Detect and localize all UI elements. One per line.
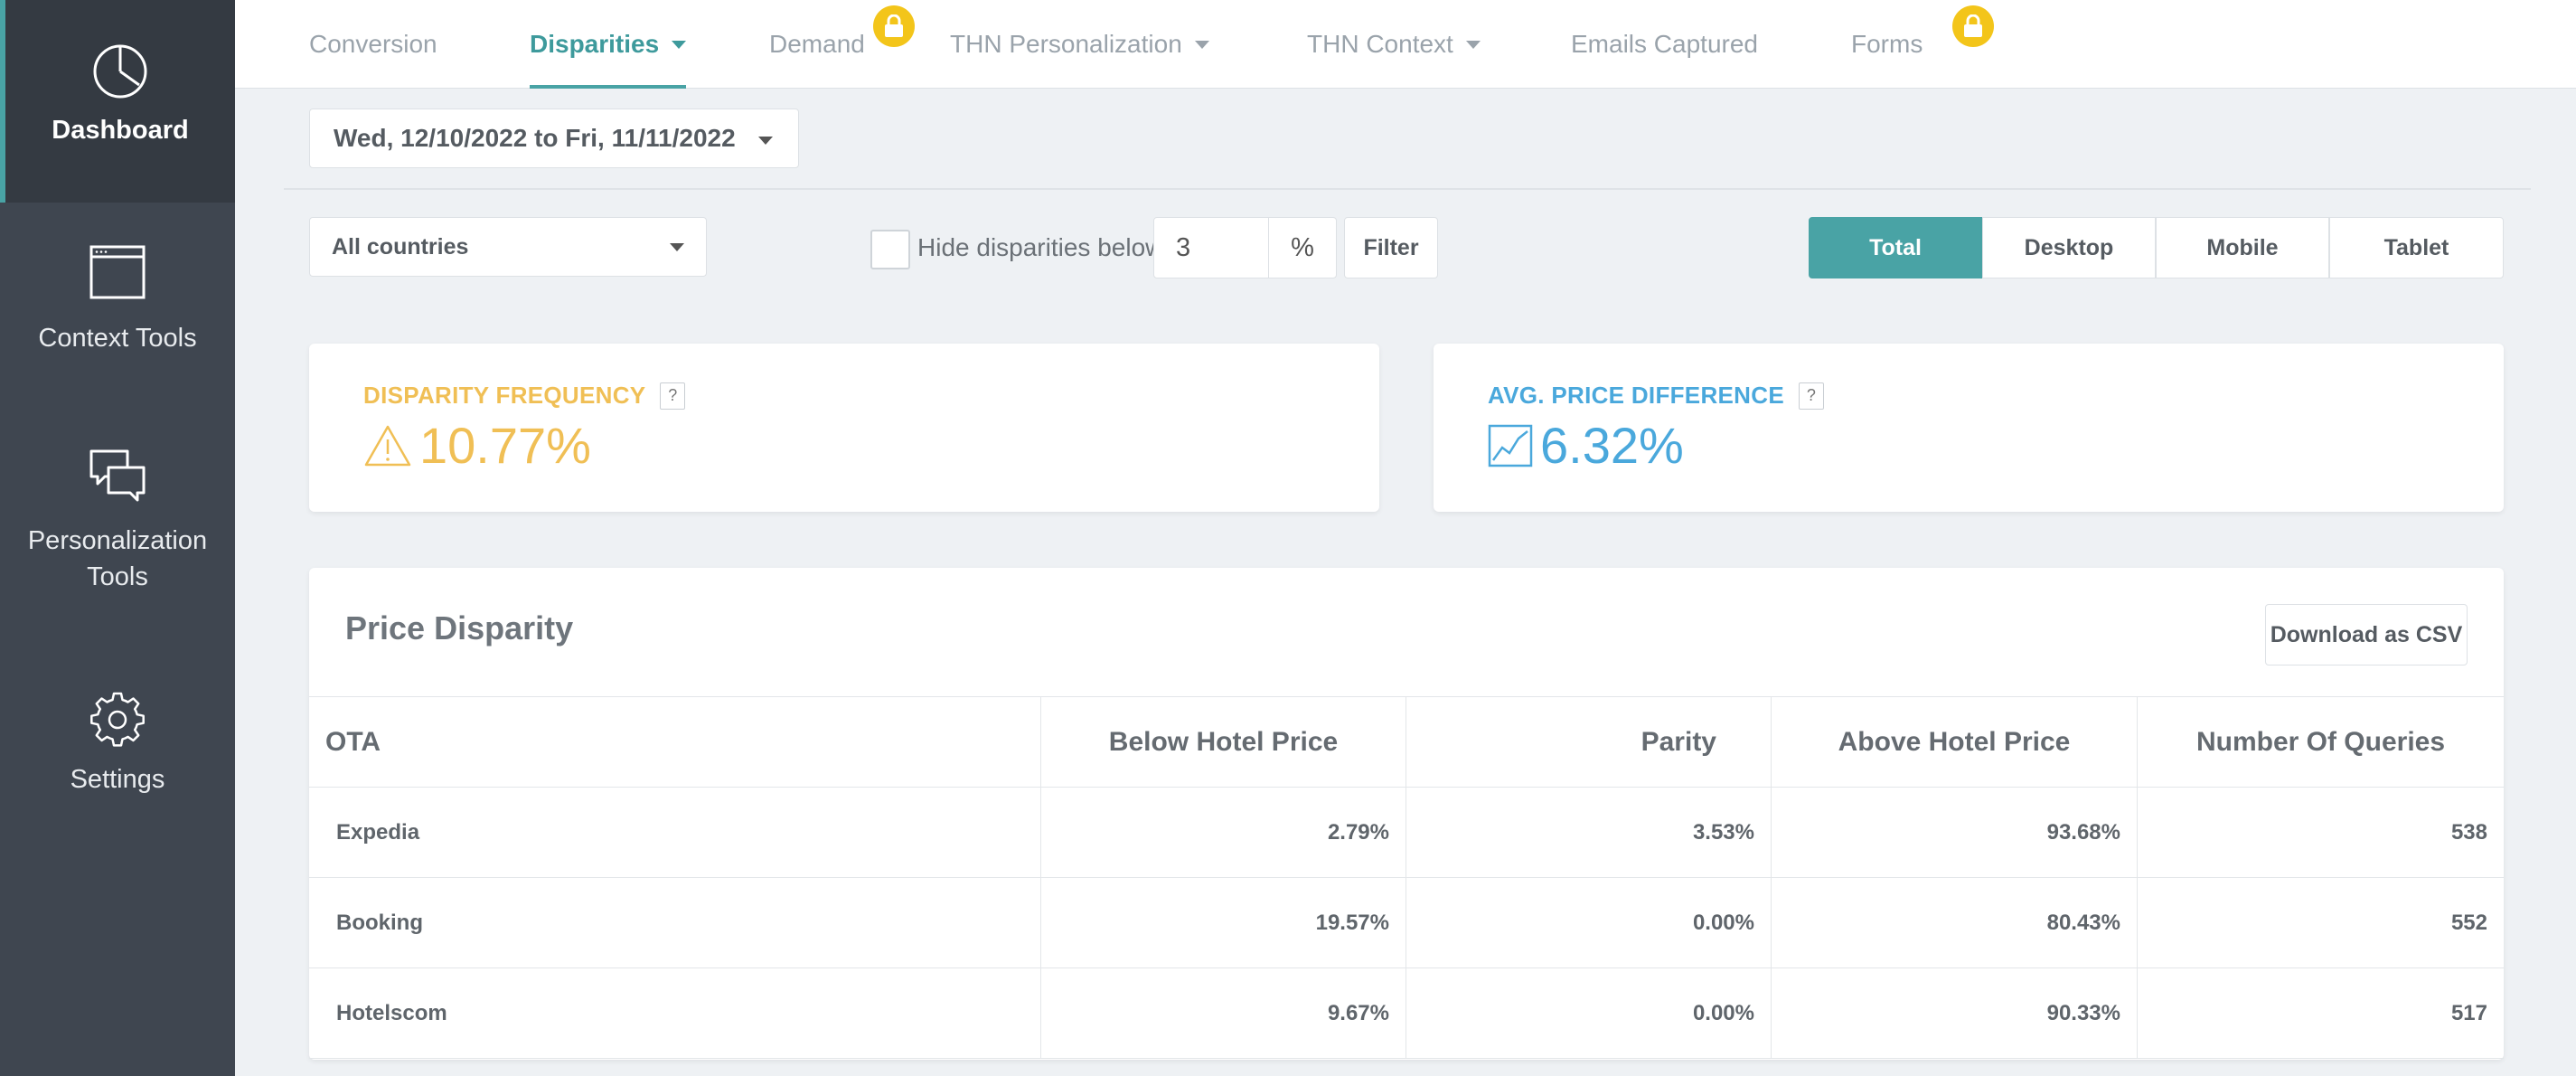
tab-label: THN Context [1307,30,1453,58]
column-header-below-hotel-price[interactable]: Below Hotel Price [1041,697,1406,787]
line-chart-icon [1488,424,1533,467]
percent-addon: % [1268,217,1337,278]
disparity-frequency-value: 10.77% [363,416,591,475]
table-cell-parity: 0.00% [1406,968,1772,1058]
table-row: Booking 19.57% 0.00% 80.43% 552 [309,878,2504,968]
gear-icon [90,692,145,747]
column-header-number-of-queries[interactable]: Number Of Queries [2138,697,2504,787]
table-cell-queries: 538 [2450,819,2487,845]
sidebar-item-context-tools[interactable]: Context Tools [0,244,235,356]
chevron-down-icon [672,40,687,49]
tab-label: THN Personalization [950,30,1182,58]
table-cell-above: 80.43% [1772,878,2138,967]
table-cell-below: 9.67% [1041,968,1406,1058]
avg-price-difference-value: 6.32% [1488,416,1684,475]
hide-disparities-label: Hide disparities below [917,233,1164,261]
kpi-title-text: DISPARITY FREQUENCY [363,382,646,409]
chevron-down-icon [670,243,684,251]
price-disparity-card: Price Disparity Download as CSV OTA Belo… [309,568,2504,1060]
warning-icon [364,425,411,466]
lock-icon [873,5,915,47]
threshold-input[interactable] [1153,217,1269,278]
table-cell-ota: Hotelscom [309,968,1041,1058]
table-cell-queries: 517 [2450,1000,2487,1025]
date-range-label: Wed, 12/10/2022 to Fri, 11/11/2022 [334,124,736,152]
table-cell-below: 2.79% [1041,788,1406,877]
download-csv-button[interactable]: Download as CSV [2265,604,2468,665]
table-cell-above: 90.33% [1772,968,2138,1058]
tab-label: Demand [769,30,865,58]
tab-demand[interactable]: Demand [769,0,865,89]
device-desktop-button[interactable]: Desktop [1982,217,2156,278]
window-icon [89,245,146,299]
table-cell-parity: 0.00% [1406,878,1772,967]
kpi-title-text: AVG. PRICE DIFFERENCE [1488,382,1784,409]
sidebar: Dashboard Context Tools Personalization … [0,0,235,1076]
sidebar-item-dashboard[interactable]: Dashboard [0,0,235,203]
tab-conversion[interactable]: Conversion [309,0,437,89]
sidebar-item-label: Context Tools [38,324,197,353]
help-icon[interactable]: ? [660,382,686,410]
table-cell-below: 19.57% [1041,878,1406,967]
tab-label: Disparities [530,30,660,58]
table-cell-ota: Expedia [309,788,1041,877]
kpi-value-text: 10.77% [419,417,591,474]
sidebar-item-settings[interactable]: Settings [0,691,235,798]
chevron-down-icon [1465,40,1481,49]
device-total-button[interactable]: Total [1809,217,1982,278]
tab-thn-personalization[interactable]: THN Personalization [950,0,1209,89]
tab-forms[interactable]: Forms [1851,0,1923,89]
filter-button[interactable]: Filter [1344,217,1438,278]
date-range-picker[interactable]: Wed, 12/10/2022 to Fri, 11/11/2022 [309,109,799,168]
avg-price-difference-title: AVG. PRICE DIFFERENCE ? [1488,382,1824,410]
sidebar-item-personalization-tools[interactable]: Personalization Tools [0,448,235,595]
divider [284,188,2531,190]
avg-price-difference-card: AVG. PRICE DIFFERENCE ? 6.32% [1434,344,2504,512]
hide-disparities-checkbox[interactable] [870,230,910,269]
sidebar-item-label: Personalization Tools [27,526,208,591]
tab-disparities[interactable]: Disparities [530,0,687,89]
tab-label: Emails Captured [1571,30,1758,58]
sidebar-item-label: Settings [70,765,165,794]
chevron-down-icon [1194,40,1209,49]
device-mobile-button[interactable]: Mobile [2156,217,2329,278]
column-header-above-hotel-price[interactable]: Above Hotel Price [1772,697,2138,787]
chat-bubbles-icon [89,449,146,502]
tab-emails-captured[interactable]: Emails Captured [1571,0,1758,89]
price-disparity-table: OTA Below Hotel Price Parity Above Hotel… [309,696,2504,1059]
disparity-frequency-title: DISPARITY FREQUENCY ? [363,382,686,410]
column-header-ota[interactable]: OTA [309,697,1041,787]
price-disparity-title: Price Disparity [345,609,574,647]
tab-label: Conversion [309,30,437,58]
help-icon[interactable]: ? [1798,382,1824,410]
column-header-parity[interactable]: Parity [1406,697,1772,787]
lock-icon [1952,5,1994,47]
country-select[interactable]: All countries [309,217,707,277]
top-nav: Conversion Disparities Demand THN Person… [235,0,2576,89]
chevron-down-icon [758,137,773,145]
pie-chart-icon [93,44,147,99]
kpi-value-text: 6.32% [1540,417,1684,474]
tab-label: Forms [1851,30,1923,58]
table-cell-above: 93.68% [1772,788,2138,877]
table-cell-ota: Booking [309,878,1041,967]
table-cell-parity: 3.53% [1406,788,1772,877]
table-row: Hotelscom 9.67% 0.00% 90.33% 517 [309,968,2504,1059]
table-row: Expedia 2.79% 3.53% 93.68% 538 [309,788,2504,878]
table-header-row: OTA Below Hotel Price Parity Above Hotel… [309,697,2504,788]
country-select-value: All countries [332,233,469,260]
disparity-frequency-card: DISPARITY FREQUENCY ? 10.77% [309,344,1379,512]
tab-thn-context[interactable]: THN Context [1307,0,1481,89]
table-cell-queries: 552 [2450,910,2487,935]
sidebar-item-label: Dashboard [52,116,189,145]
device-tablet-button[interactable]: Tablet [2329,217,2504,278]
